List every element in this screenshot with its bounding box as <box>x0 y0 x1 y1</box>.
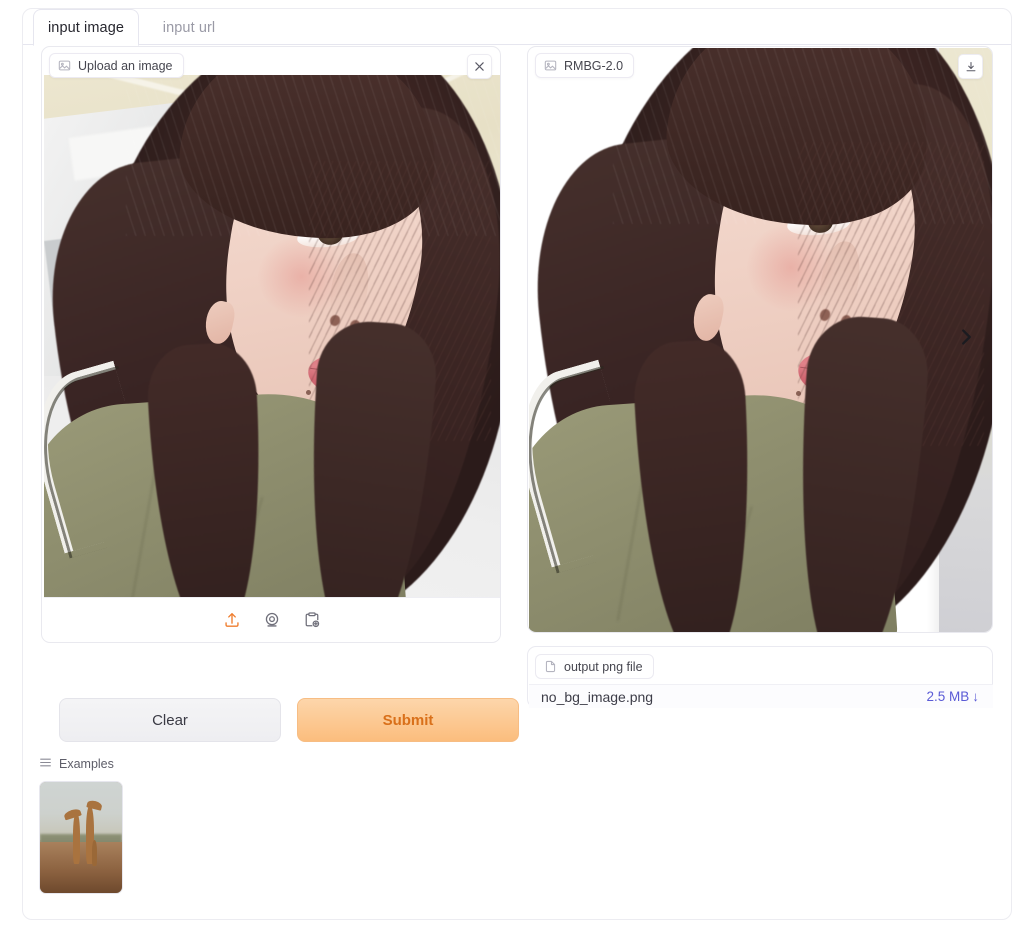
input-column: Upload an image <box>41 46 501 643</box>
download-icon <box>965 61 977 73</box>
download-image-button[interactable] <box>958 54 983 79</box>
image-icon <box>58 59 71 72</box>
tab-input-url[interactable]: input url <box>147 9 231 46</box>
webcam-tool-button[interactable] <box>261 609 283 631</box>
output-file-row[interactable]: no_bg_image.png 2.5 MB ↓ <box>529 684 993 708</box>
examples-section: Examples <box>39 756 339 894</box>
tab-input-image-label: input image <box>48 20 124 36</box>
upload-badge: Upload an image <box>49 53 184 78</box>
examples-header: Examples <box>39 756 339 772</box>
clipboard-paste-icon <box>303 611 321 629</box>
examples-title: Examples <box>59 757 114 771</box>
next-image-button[interactable] <box>951 325 981 355</box>
paste-tool-button[interactable] <box>301 609 323 631</box>
output-file-download-link[interactable]: 2.5 MB ↓ <box>926 689 979 704</box>
output-file-name: no_bg_image.png <box>541 689 653 705</box>
action-row: Clear Submit <box>59 698 519 742</box>
upload-tool-button[interactable] <box>221 609 243 631</box>
list-icon <box>39 756 52 772</box>
tab-input-image[interactable]: input image <box>33 9 139 46</box>
app-card: input image input url <box>22 8 1012 920</box>
panels-area: Upload an image <box>23 46 1011 920</box>
submit-button[interactable]: Submit <box>297 698 519 742</box>
output-model-label: RMBG-2.0 <box>564 59 623 73</box>
output-image-panel[interactable]: RMBG-2.0 <box>527 46 993 633</box>
input-image-panel[interactable]: Upload an image <box>41 46 501 643</box>
tab-strip: input image input url <box>23 9 1011 45</box>
chevron-right-icon <box>955 326 977 353</box>
upload-badge-label: Upload an image <box>78 59 173 73</box>
clear-button[interactable]: Clear <box>59 698 281 742</box>
output-file-size: 2.5 MB <box>926 689 969 704</box>
image-icon <box>544 59 557 72</box>
submit-button-label: Submit <box>383 712 434 729</box>
download-arrow-icon: ↓ <box>972 689 979 704</box>
input-photo <box>44 75 500 613</box>
close-icon <box>474 61 485 72</box>
output-file-block: output png file no_bg_image.png 2.5 MB ↓ <box>527 646 993 708</box>
output-column: RMBG-2.0 <box>527 46 993 633</box>
clear-button-label: Clear <box>152 712 188 729</box>
tab-input-url-label: input url <box>163 20 216 36</box>
webcam-icon <box>263 611 281 629</box>
output-file-badge-label: output png file <box>564 660 643 674</box>
file-icon <box>544 660 557 673</box>
output-model-badge: RMBG-2.0 <box>535 53 634 78</box>
output-file-badge: output png file <box>535 654 654 679</box>
close-image-button[interactable] <box>467 54 492 79</box>
example-thumbnail-giraffes[interactable] <box>39 781 123 894</box>
upload-icon <box>223 611 241 629</box>
page-root: input image input url <box>0 0 1024 941</box>
image-toolbar <box>44 597 500 641</box>
output-photo <box>529 48 993 633</box>
